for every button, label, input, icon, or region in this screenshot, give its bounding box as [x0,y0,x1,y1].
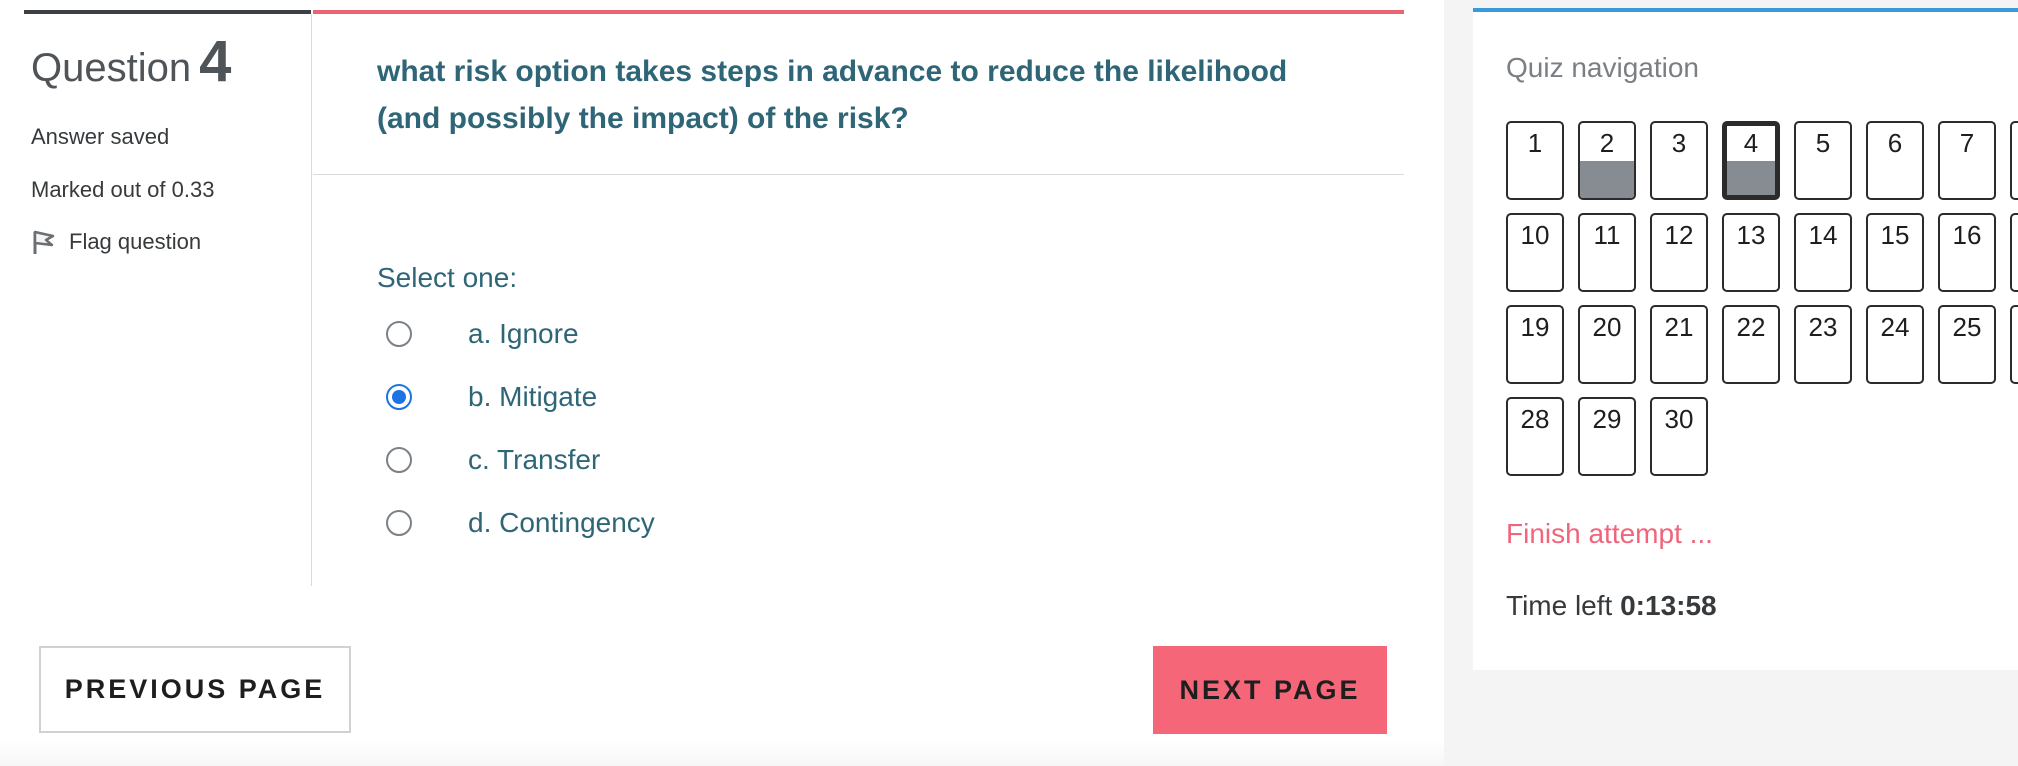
quiz-nav-number: 12 [1664,220,1694,250]
quiz-nav-button-22[interactable]: 22 [1722,305,1780,384]
quiz-nav-number: 16 [1952,220,1982,250]
time-left-label: Time left [1506,590,1613,621]
answer-status: Answer saved [31,124,170,149]
answer-option-a[interactable]: a. Ignore [386,318,579,350]
quiz-nav-button-16[interactable]: 16 [1938,213,1996,292]
content-top-border [313,10,1404,14]
quiz-nav-button-3[interactable]: 3 [1650,121,1708,200]
main-bottom-shade [0,740,1444,766]
quiz-nav-number: 22 [1736,312,1766,342]
quiz-nav-number: 7 [1959,128,1975,158]
quiz-nav-button-25[interactable]: 25 [1938,305,1996,384]
flag-question-label: Flag question [69,229,202,254]
quiz-nav-number: 6 [1887,128,1903,158]
quiz-nav-number: 21 [1664,312,1694,342]
flag-question-link[interactable]: Flag question [31,228,201,256]
flag-icon [33,230,55,254]
quiz-nav-number: 17 [2012,220,2018,251]
quiz-nav-button-26[interactable]: 26 [2010,305,2018,384]
quiz-nav-number: 2 [1599,128,1615,158]
previous-page-button[interactable]: PREVIOUS PAGE [39,646,351,733]
quiz-nav-button-6[interactable]: 6 [1866,121,1924,200]
quiz-navigation-title: Quiz navigation [1506,52,1700,83]
option-label-c: c. Transfer [468,444,601,475]
answer-option-c[interactable]: c. Transfer [386,444,600,476]
quiz-nav-number: 14 [1808,220,1838,250]
question-divider [313,174,1404,175]
answer-option-b[interactable]: b. Mitigate [386,381,597,413]
answer-option-d[interactable]: d. Contingency [386,507,655,539]
quiz-nav-button-2[interactable]: 2 [1578,121,1636,200]
radio-b[interactable] [386,384,412,410]
time-left-value: 0:13:58 [1620,590,1717,621]
question-number: 4 [199,29,232,94]
question-button-grid: 1234567891011121314151617181920212223242… [1506,121,2018,476]
question-heading: Question 4 [31,28,231,95]
quiz-nav-button-11[interactable]: 11 [1578,213,1636,292]
question-word: Question [31,46,192,90]
quiz-nav-number: 25 [1952,312,1982,342]
quiz-nav-button-15[interactable]: 15 [1866,213,1924,292]
quiz-nav-button-5[interactable]: 5 [1794,121,1852,200]
quiz-nav-number: 4 [1743,128,1759,158]
quiz-nav-button-7[interactable]: 7 [1938,121,1996,200]
quiz-nav-number: 29 [1592,404,1622,434]
quiz-nav-number: 24 [1880,312,1910,342]
radio-c[interactable] [386,447,412,473]
quiz-nav-number: 28 [1520,404,1550,434]
quiz-nav-number: 26 [2012,312,2018,343]
time-left: Time left 0:13:58 [1506,590,1717,622]
quiz-nav-number: 15 [1880,220,1910,250]
radio-a[interactable] [386,321,412,347]
nav-top-border [1473,8,2018,12]
quiz-nav-number: 13 [1736,220,1766,250]
quiz-nav-button-4[interactable]: 4 [1722,121,1780,200]
quiz-nav-button-17[interactable]: 17 [2010,213,2018,292]
quiz-nav-number: 30 [1664,404,1694,434]
next-page-button[interactable]: NEXT PAGE [1153,646,1387,734]
question-info-panel [24,14,312,586]
quiz-nav-number: 5 [1815,128,1831,158]
quiz-nav-number: 3 [1671,128,1687,158]
quiz-nav-button-24[interactable]: 24 [1866,305,1924,384]
finish-attempt-link[interactable]: Finish attempt ... [1506,518,1713,550]
quiz-nav-button-10[interactable]: 10 [1506,213,1564,292]
quiz-nav-button-28[interactable]: 28 [1506,397,1564,476]
option-label-b: b. Mitigate [468,381,598,412]
quiz-nav-button-30[interactable]: 30 [1650,397,1708,476]
quiz-nav-number: 10 [1520,220,1550,250]
quiz-nav-button-13[interactable]: 13 [1722,213,1780,292]
option-label-d: d. Contingency [468,507,655,538]
select-one-prompt: Select one: [377,262,518,293]
quiz-nav-number: 11 [1593,220,1621,250]
quiz-nav-number: 19 [1520,312,1550,342]
quiz-nav-button-20[interactable]: 20 [1578,305,1636,384]
quiz-navigation-panel: Quiz navigation 123456789101112131415161… [1473,8,2018,670]
option-label-a: a. Ignore [468,318,579,349]
quiz-nav-number: 20 [1592,312,1622,342]
question-mark: Marked out of 0.33 [31,177,215,202]
quiz-nav-button-8[interactable]: 8 [2010,121,2018,200]
quiz-nav-button-1[interactable]: 1 [1506,121,1564,200]
quiz-nav-number: 23 [1808,312,1838,342]
quiz-nav-button-29[interactable]: 29 [1578,397,1636,476]
quiz-nav-number: 1 [1527,128,1543,158]
quiz-nav-button-14[interactable]: 14 [1794,213,1852,292]
quiz-nav-button-23[interactable]: 23 [1794,305,1852,384]
quiz-nav-button-21[interactable]: 21 [1650,305,1708,384]
radio-d[interactable] [386,510,412,536]
quiz-nav-button-19[interactable]: 19 [1506,305,1564,384]
question-text: what risk option takes steps in advance … [377,55,1288,135]
quiz-nav-button-12[interactable]: 12 [1650,213,1708,292]
quiz-nav-number: 8 [2012,128,2018,159]
